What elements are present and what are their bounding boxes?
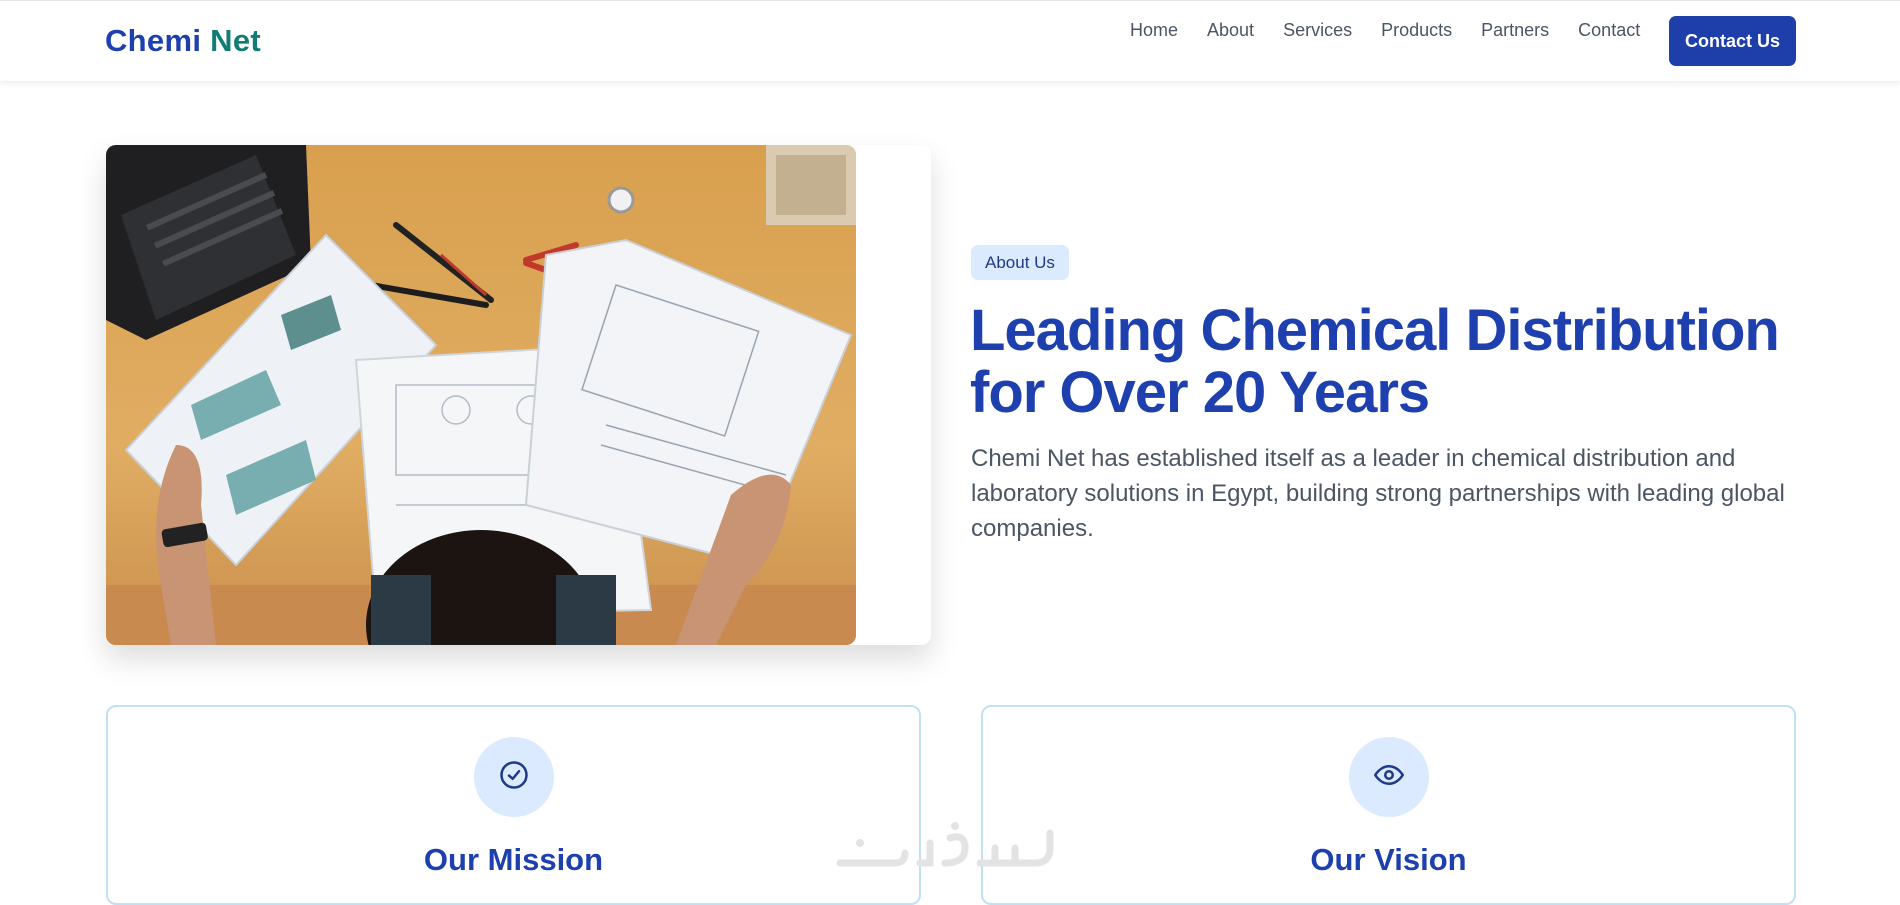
hero-headline-line2: for Over 20 Years [970, 360, 1430, 425]
brand-name-part1: Chemi [105, 23, 202, 58]
main-nav: Home About Services Products Partners Co… [1130, 19, 1669, 41]
check-circle-icon [499, 760, 529, 795]
khamsat-watermark-logo [835, 818, 1065, 873]
mission-card: Our Mission [106, 705, 921, 905]
hero-image [106, 145, 856, 645]
eye-icon [1373, 760, 1404, 795]
nav-link-partners[interactable]: Partners [1481, 19, 1549, 41]
contact-us-button[interactable]: Contact Us [1669, 16, 1796, 66]
vision-icon-circle [1348, 737, 1429, 817]
vision-card: Our Vision [981, 705, 1796, 905]
nav-link-about[interactable]: About [1207, 19, 1254, 41]
nav-link-contact[interactable]: Contact [1578, 19, 1640, 41]
vision-title: Our Vision [1310, 842, 1467, 877]
brand-name-part2: Net [210, 23, 262, 58]
nav-link-services[interactable]: Services [1283, 19, 1352, 41]
top-navbar: Chemi Net Home About Services Products P… [0, 0, 1900, 81]
hero-headline-line1: Leading Chemical Distribution [970, 298, 1780, 363]
nav-link-products[interactable]: Products [1381, 19, 1452, 41]
mission-title: Our Mission [423, 842, 604, 877]
hero-description: Chemi Net has established itself as a le… [971, 445, 1785, 542]
nav-link-home[interactable]: Home [1130, 19, 1178, 41]
brand-logo[interactable]: Chemi Net [105, 23, 261, 59]
about-us-badge: About Us [971, 245, 1069, 280]
hero-headline: Leading Chemical Distribution for Over 2… [970, 300, 1830, 424]
mission-icon-circle [473, 737, 554, 817]
